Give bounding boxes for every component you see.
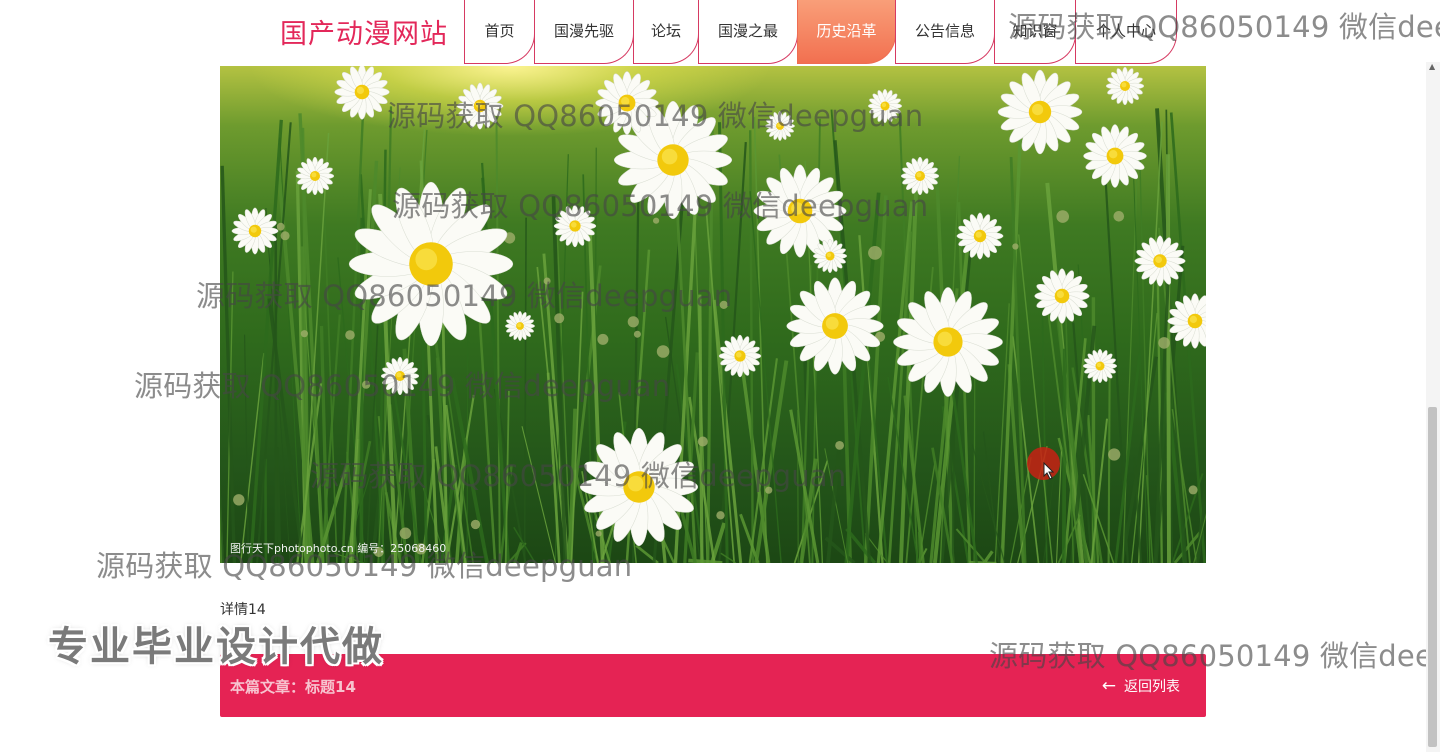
hero-image: 图行天下photophoto.cn 编号：25068460 — [220, 66, 1206, 563]
nav-forum[interactable]: 论坛 — [633, 0, 699, 64]
scroll-up-icon[interactable]: ▲ — [1429, 62, 1435, 71]
nav-home[interactable]: 首页 — [464, 0, 535, 64]
nav-announcements[interactable]: 公告信息 — [895, 0, 995, 64]
nav-history[interactable]: 历史沿革 — [797, 0, 896, 64]
back-to-list-label: 返回列表 — [1124, 679, 1180, 695]
daisy-field-illustration — [220, 66, 1206, 563]
site-title[interactable]: 国产动漫网站 — [280, 12, 448, 51]
article-title: 本篇文章：标题14 — [230, 678, 356, 696]
page-scrollbar[interactable]: ▲ — [1426, 62, 1440, 752]
nav-best-of[interactable]: 国漫之最 — [698, 0, 798, 64]
nav-pioneers[interactable]: 国漫先驱 — [534, 0, 634, 64]
nav-user-center[interactable]: 个人中心 — [1075, 0, 1177, 64]
arrow-left-icon: ← — [1101, 676, 1116, 696]
nav-knowledge[interactable]: 知识窗 — [994, 0, 1076, 64]
scrollbar-thumb[interactable] — [1428, 407, 1437, 747]
image-credit: 图行天下photophoto.cn 编号：25068460 — [230, 542, 447, 555]
back-to-list-button[interactable]: ← 返回列表 — [1102, 676, 1180, 696]
promo-watermark: 专业毕业设计代做 — [48, 624, 384, 670]
mouse-pointer-icon — [1043, 462, 1055, 480]
